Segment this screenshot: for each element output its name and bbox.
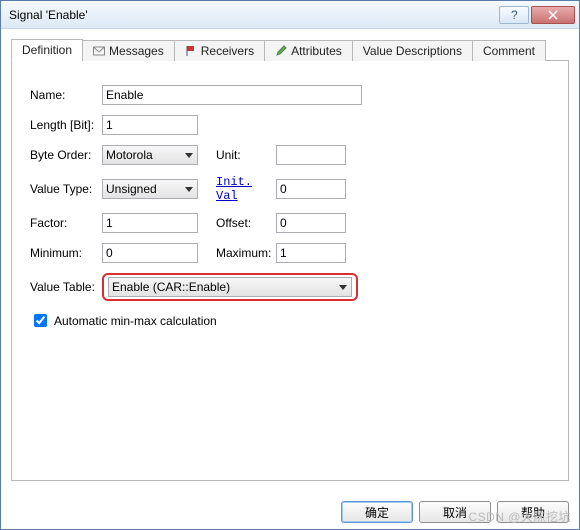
value-type-label: Value Type: xyxy=(30,182,102,196)
watermark: CSDN @大陈挖坑 xyxy=(468,508,571,525)
auto-minmax-label: Automatic min-max calculation xyxy=(54,314,217,328)
ok-button[interactable]: 确定 xyxy=(341,501,413,523)
minimum-label: Minimum: xyxy=(30,246,102,260)
value-type-select[interactable]: Unsigned xyxy=(102,179,198,199)
tab-value-descriptions[interactable]: Value Descriptions xyxy=(352,40,473,61)
value-table-select[interactable]: Enable (CAR::Enable) xyxy=(108,277,352,297)
length-label: Length [Bit]: xyxy=(30,118,102,132)
unit-input[interactable] xyxy=(276,145,346,165)
tab-comment[interactable]: Comment xyxy=(472,40,546,61)
tab-receivers[interactable]: Receivers xyxy=(174,40,265,61)
svg-text:?: ? xyxy=(511,10,518,20)
offset-label: Offset: xyxy=(216,216,276,230)
factor-input[interactable] xyxy=(102,213,198,233)
help-button-icon[interactable]: ? xyxy=(499,6,529,24)
envelope-icon xyxy=(93,45,105,57)
tab-strip: Definition Messages Receivers Attributes… xyxy=(11,37,569,61)
name-input[interactable] xyxy=(102,85,362,105)
value-table-label: Value Table: xyxy=(30,280,102,294)
window-title: Signal 'Enable' xyxy=(9,8,499,22)
close-button[interactable] xyxy=(531,6,575,24)
maximum-label: Maximum: xyxy=(216,246,276,260)
init-val-input[interactable] xyxy=(276,179,346,199)
tab-attributes[interactable]: Attributes xyxy=(264,40,353,61)
factor-label: Factor: xyxy=(30,216,102,230)
titlebar: Signal 'Enable' ? xyxy=(1,1,579,29)
init-val-link[interactable]: Init. Val xyxy=(216,175,276,203)
flag-icon xyxy=(185,45,197,57)
name-label: Name: xyxy=(30,88,102,102)
byte-order-label: Byte Order: xyxy=(30,148,102,162)
minimum-input[interactable] xyxy=(102,243,198,263)
unit-label: Unit: xyxy=(216,148,276,162)
dialog-window: Signal 'Enable' ? Definition Messages Re… xyxy=(0,0,580,530)
length-input[interactable] xyxy=(102,115,198,135)
client-area: Definition Messages Receivers Attributes… xyxy=(1,29,579,529)
tab-panel-definition: Name: Length [Bit]: Byte Order: Motorola… xyxy=(11,61,569,481)
maximum-input[interactable] xyxy=(276,243,346,263)
tab-messages[interactable]: Messages xyxy=(82,40,175,61)
byte-order-select[interactable]: Motorola xyxy=(102,145,198,165)
auto-minmax-checkbox[interactable] xyxy=(34,314,47,327)
window-controls: ? xyxy=(499,6,575,24)
offset-input[interactable] xyxy=(276,213,346,233)
tab-definition[interactable]: Definition xyxy=(11,39,83,61)
value-table-highlight: Enable (CAR::Enable) xyxy=(102,273,358,301)
pencil-icon xyxy=(275,45,287,57)
